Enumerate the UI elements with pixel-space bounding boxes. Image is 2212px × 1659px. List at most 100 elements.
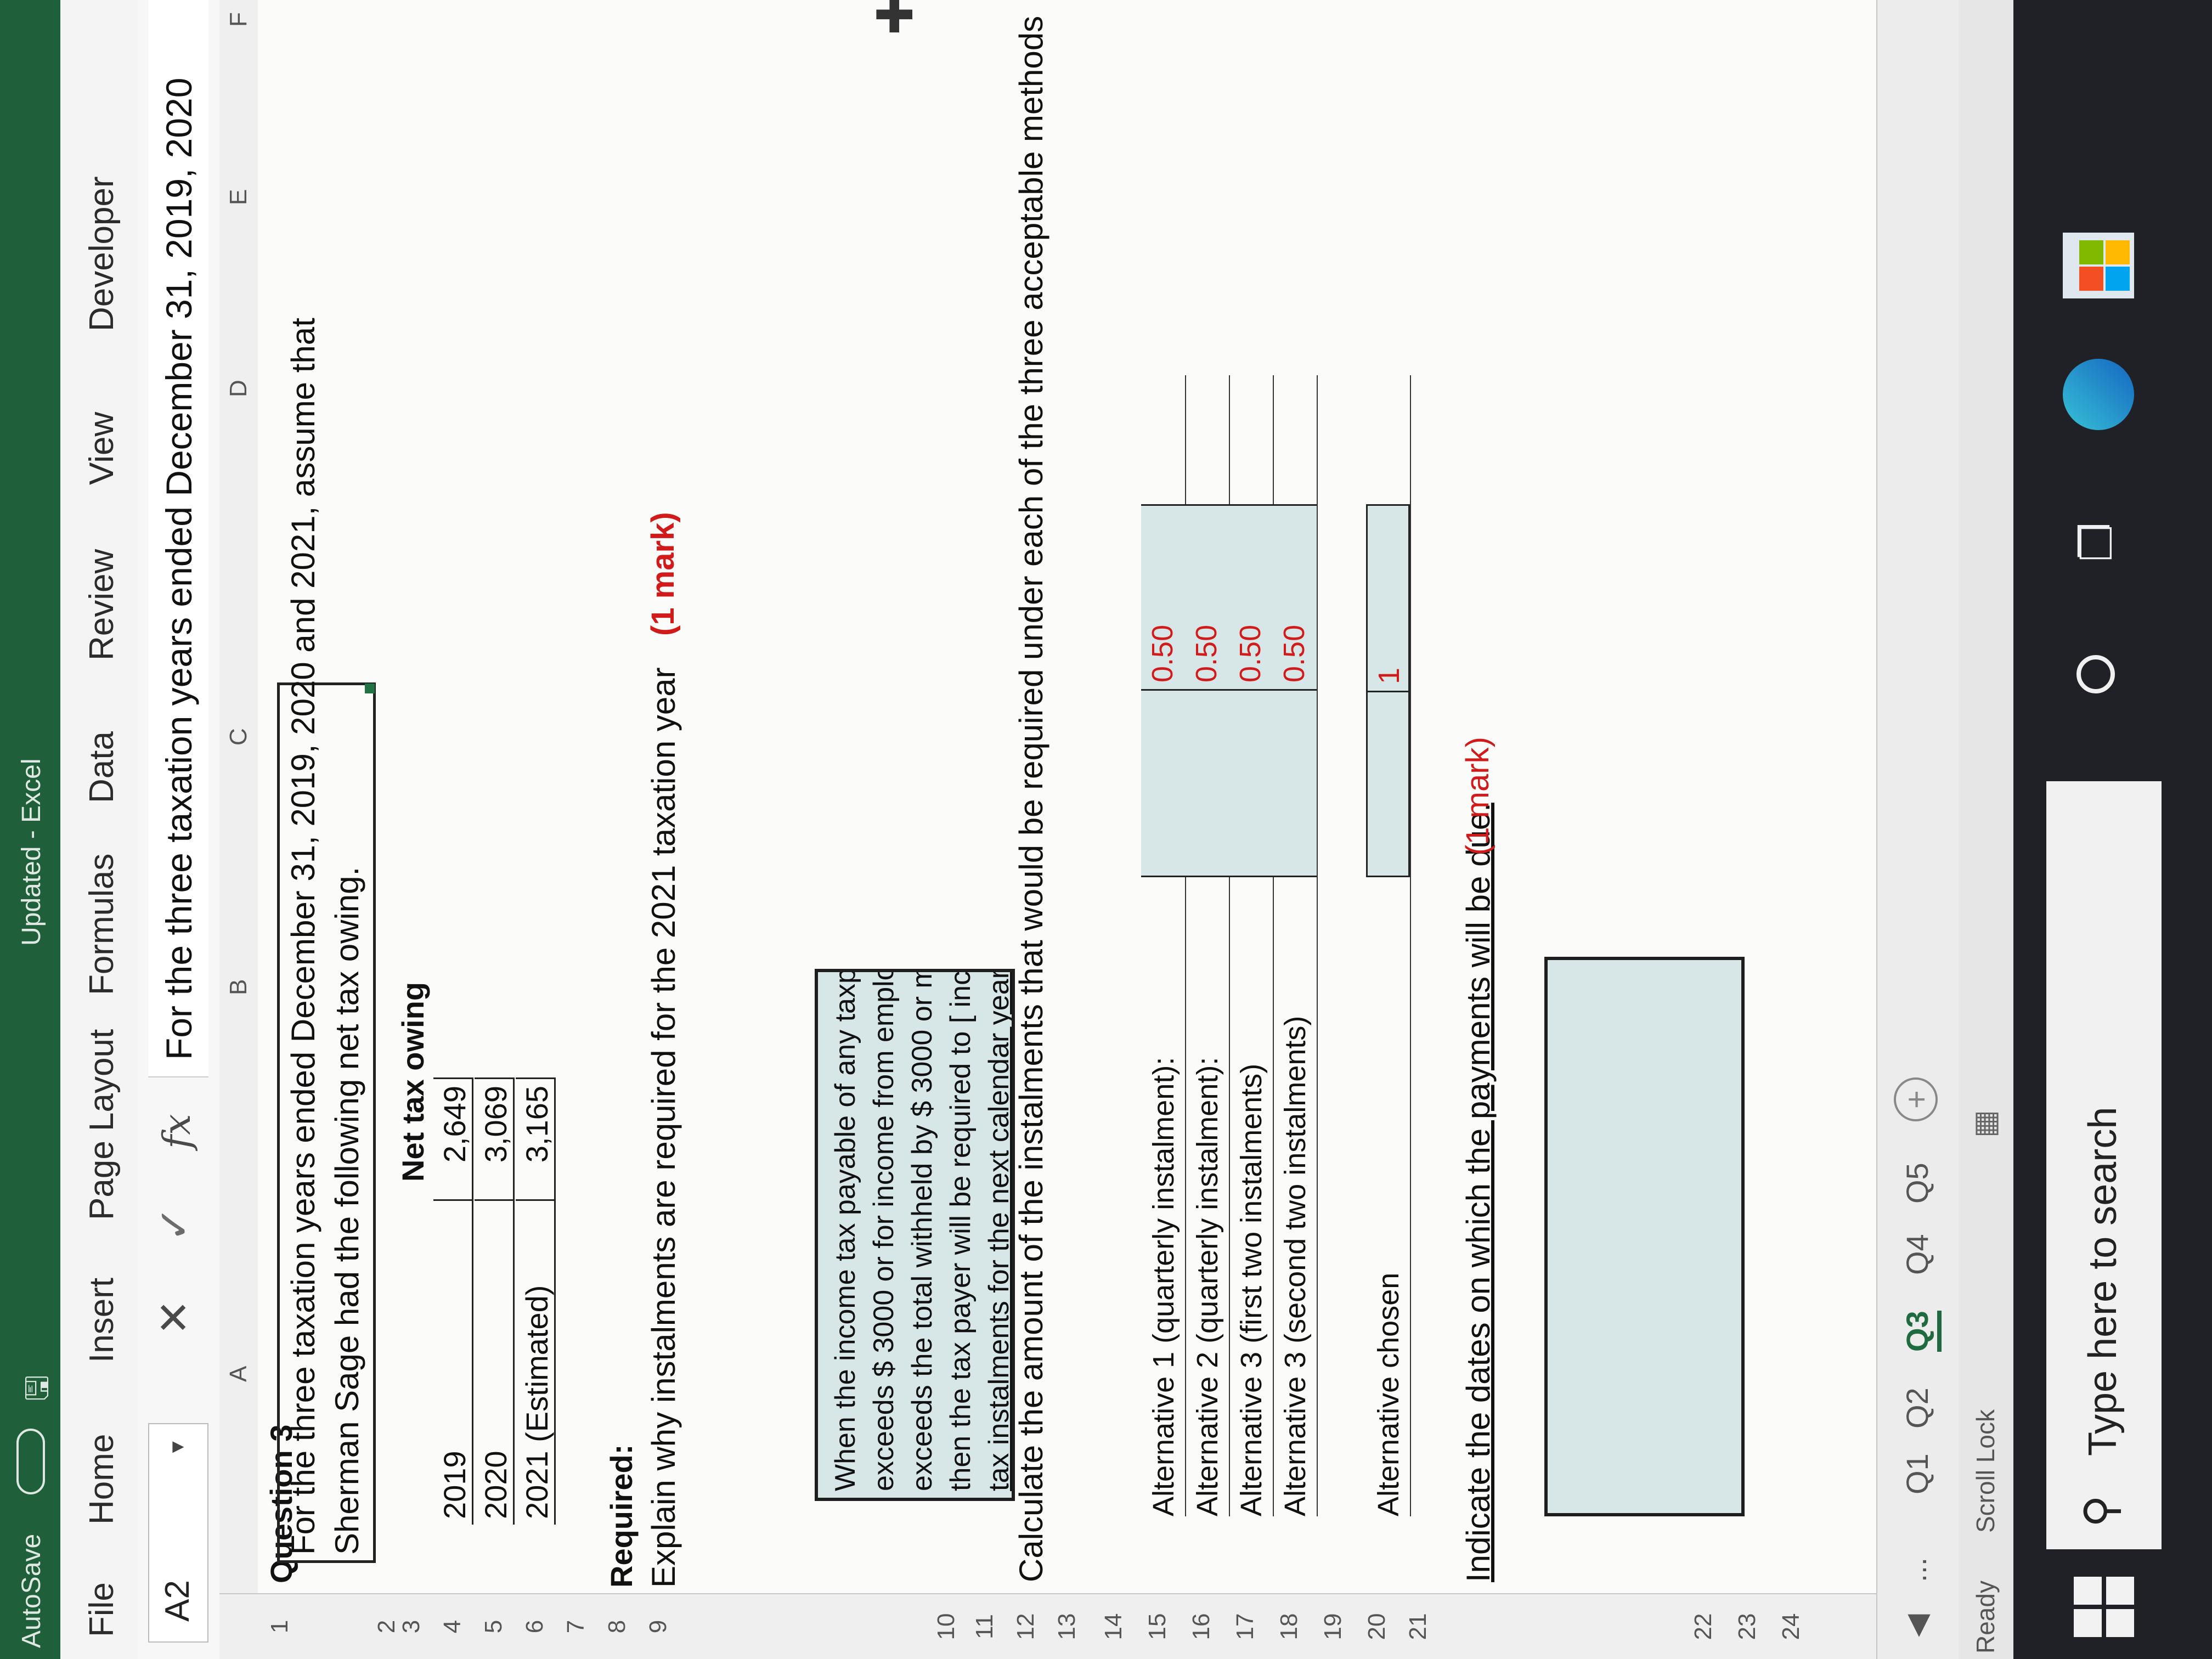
row-header[interactable]: 8 xyxy=(603,1594,631,1659)
answer-line: exceeds $ 3000 or for income from employ… xyxy=(868,969,900,1491)
sheet-tab-q2[interactable]: Q2 xyxy=(1899,1387,1935,1429)
column-header-d[interactable]: D xyxy=(225,380,252,397)
alternative-label[interactable]: Alternative 1 (quarterly instalment): xyxy=(1147,1057,1181,1516)
row-header[interactable]: 18 xyxy=(1276,1594,1303,1659)
formula-bar: A2 ▼ ✕ ✓ fx For the three taxation years… xyxy=(137,0,221,1659)
column-header-e[interactable]: E xyxy=(225,189,252,205)
microsoft-store-icon[interactable] xyxy=(2063,233,2134,298)
alternative-label[interactable]: Alternative 3 (first two instalments) xyxy=(1234,1064,1268,1516)
task-view-icon[interactable]: ❐ xyxy=(2071,522,2122,562)
table-amount[interactable]: 3,069 xyxy=(475,1077,513,1201)
chevron-down-icon[interactable]: ▼ xyxy=(166,1437,189,1457)
row-header[interactable]: 14 xyxy=(1100,1594,1127,1659)
fill-handle[interactable] xyxy=(365,684,375,693)
row-header[interactable]: 20 xyxy=(1363,1594,1391,1659)
formula-input[interactable]: For the three taxation years ended Decem… xyxy=(148,0,208,1077)
row-header[interactable]: 16 xyxy=(1188,1594,1215,1659)
sheet-nav-left-icon[interactable]: ◀ xyxy=(1899,1614,1934,1637)
row-header[interactable]: 10 xyxy=(933,1594,960,1659)
cell-reference: A2 xyxy=(159,1580,196,1622)
question-3-text[interactable]: Indicate the dates on which the payments… xyxy=(1459,803,1497,1582)
autosave-toggle[interactable] xyxy=(16,1429,45,1494)
table-row: 2020 3,069 xyxy=(475,1077,515,1525)
tab-file[interactable]: File xyxy=(82,1582,121,1637)
row-header[interactable]: 21 xyxy=(1404,1594,1432,1659)
question-1-text[interactable]: Explain why instalments are required for… xyxy=(645,667,682,1588)
required-label[interactable]: Required: xyxy=(603,1444,639,1588)
tab-formulas[interactable]: Formulas xyxy=(82,854,121,995)
row-header[interactable]: 3 xyxy=(398,1594,425,1659)
table-year[interactable]: 2019 xyxy=(437,1451,472,1519)
column-header-f[interactable]: F xyxy=(225,12,252,27)
question-2-text[interactable]: Calculate the amount of the instalments … xyxy=(1012,16,1050,1582)
tab-data[interactable]: Data xyxy=(82,731,121,803)
save-icon[interactable]: 🖫 xyxy=(15,1375,67,1401)
row-header[interactable]: 11 xyxy=(971,1594,998,1659)
column-header-b[interactable]: B xyxy=(225,979,252,995)
instalment-amount-cell[interactable] xyxy=(1185,689,1229,877)
tab-page-layout[interactable]: Page Layout xyxy=(82,1029,121,1220)
macro-recording-icon[interactable]: ▦ xyxy=(1967,1110,2002,1138)
sheet-tab-q4[interactable]: Q4 xyxy=(1899,1234,1935,1275)
intro-line-2: Sherman Sage had the following net tax o… xyxy=(329,866,365,1555)
row-header[interactable]: 17 xyxy=(1232,1594,1259,1659)
sheet-tab-q1[interactable]: Q1 xyxy=(1899,1453,1935,1494)
insert-function-icon[interactable]: fx xyxy=(156,1114,199,1149)
edge-browser-icon[interactable] xyxy=(2063,359,2134,430)
select-all-corner[interactable] xyxy=(219,1593,258,1659)
row-header[interactable]: 1 xyxy=(266,1594,294,1659)
sheet-tab-q5[interactable]: Q5 xyxy=(1899,1163,1935,1204)
table-year[interactable]: 2020 xyxy=(478,1451,514,1519)
mark-value[interactable]: 1 xyxy=(1366,504,1410,691)
mark-value[interactable]: 0.50 xyxy=(1141,504,1185,691)
sheet-tab-q3[interactable]: Q3 xyxy=(1899,1311,1942,1352)
column-header-a[interactable]: A xyxy=(225,1366,252,1382)
row-header[interactable]: 4 xyxy=(439,1594,466,1659)
cancel-icon[interactable]: ✕ xyxy=(149,1300,199,1335)
windows-start-icon[interactable] xyxy=(2074,1577,2134,1637)
row-header[interactable]: 2 xyxy=(373,1594,400,1659)
row-header[interactable]: 12 xyxy=(1012,1594,1040,1659)
alternative-chosen-label[interactable]: Alternative chosen xyxy=(1372,1273,1406,1516)
table-amount[interactable]: 3,165 xyxy=(516,1077,554,1201)
row-header[interactable]: 6 xyxy=(521,1594,549,1659)
row-header[interactable]: 22 xyxy=(1690,1594,1717,1659)
row-header[interactable]: 24 xyxy=(1778,1594,1805,1659)
tab-developer[interactable]: Developer xyxy=(82,176,121,331)
mark-value[interactable]: 0.50 xyxy=(1273,504,1317,691)
row-header[interactable]: 13 xyxy=(1053,1594,1081,1659)
explanation-answer-box[interactable]: When the income tax payable of any taxpa… xyxy=(815,969,1015,1501)
tab-review[interactable]: Review xyxy=(82,549,121,661)
due-dates-answer-box[interactable] xyxy=(1544,957,1745,1516)
enter-icon[interactable]: ✓ xyxy=(149,1206,199,1242)
tab-insert[interactable]: Insert xyxy=(82,1278,121,1363)
cortana-icon[interactable] xyxy=(2076,655,2115,693)
row-header[interactable]: 19 xyxy=(1319,1594,1347,1659)
row-header[interactable]: 5 xyxy=(480,1594,507,1659)
column-header-c[interactable]: C xyxy=(225,728,252,746)
row-header[interactable]: 9 xyxy=(645,1594,672,1659)
table-amount[interactable]: 2,649 xyxy=(433,1077,472,1201)
mark-value[interactable]: 0.50 xyxy=(1185,504,1229,691)
instalment-amount-cell[interactable] xyxy=(1141,689,1185,877)
tab-view[interactable]: View xyxy=(82,412,121,485)
row-header[interactable]: 7 xyxy=(562,1594,590,1659)
alternative-label[interactable]: Alternative 2 (quarterly instalment): xyxy=(1190,1057,1224,1516)
worksheet-grid[interactable]: Question 3 For the three taxation years … xyxy=(258,0,1876,1593)
row-header[interactable]: 23 xyxy=(1734,1594,1761,1659)
row-header[interactable]: 15 xyxy=(1144,1594,1171,1659)
table-row: 2019 2,649 xyxy=(433,1077,473,1525)
instalment-amount-cell[interactable] xyxy=(1273,689,1317,877)
mark-value[interactable]: 0.50 xyxy=(1229,504,1273,691)
alternative-label[interactable]: Alternative 3 (second two instalments) xyxy=(1278,1016,1312,1516)
alternative-chosen-row: Alternative chosen 1 xyxy=(1366,375,1411,1516)
sheet-overflow-icon[interactable]: ... xyxy=(1899,1558,1933,1582)
name-box[interactable]: A2 ▼ xyxy=(148,1423,208,1643)
answer-line: exceeds the total withheld by $ 3000 or … xyxy=(906,969,938,1491)
taskbar-search-box[interactable]: ⚲ Type here to search xyxy=(2046,781,2162,1549)
add-sheet-button[interactable]: + xyxy=(1894,1077,1938,1121)
tab-home[interactable]: Home xyxy=(82,1434,121,1525)
table-year[interactable]: 2021 (Estimated) xyxy=(519,1285,555,1519)
alternative-chosen-cell[interactable] xyxy=(1366,691,1410,877)
instalment-amount-cell[interactable] xyxy=(1229,689,1273,877)
